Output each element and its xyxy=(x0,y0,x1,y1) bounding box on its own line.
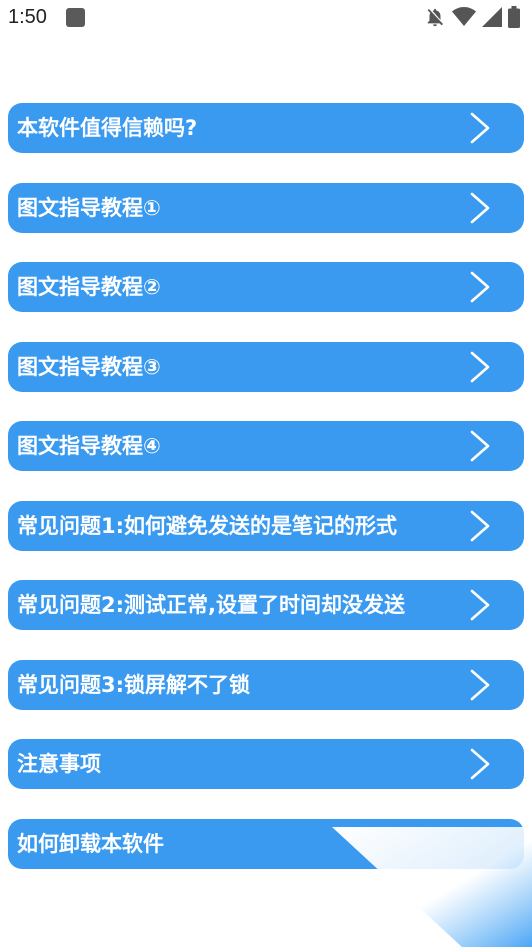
battery-icon xyxy=(508,6,520,28)
menu-item-label: 本软件值得信赖吗? xyxy=(17,116,198,140)
cellular-signal-icon xyxy=(482,7,502,27)
menu-item-faq-1[interactable]: 常见问题1:如何避免发送的是笔记的形式 xyxy=(8,500,524,551)
menu-item-label: 常见问题3:锁屏解不了锁 xyxy=(17,672,251,697)
menu-item-faq-3[interactable]: 常见问题3:锁屏解不了锁 xyxy=(8,659,524,710)
menu-item-notes[interactable]: 注意事项 xyxy=(8,739,524,789)
menu-item-tutorial-2[interactable]: 图文指导教程② xyxy=(8,262,524,312)
menu-item-trust[interactable]: 本软件值得信赖吗? xyxy=(8,103,524,153)
page: 1:50 本软件值得信赖吗? 图文指导教程① 图文指导教程② 图文指导教程③ 图… xyxy=(0,0,532,947)
wifi-icon xyxy=(452,7,476,26)
app-notification-icon xyxy=(66,8,85,27)
chevron-right-icon xyxy=(470,589,490,621)
menu-item-label: 图文指导教程④ xyxy=(17,434,161,458)
chevron-right-icon xyxy=(470,669,490,700)
menu-item-tutorial-3[interactable]: 图文指导教程③ xyxy=(8,341,524,392)
menu-item-label: 图文指导教程① xyxy=(17,195,161,220)
status-time: 1:50 xyxy=(8,6,47,28)
chevron-right-icon xyxy=(470,112,490,144)
notifications-off-icon xyxy=(427,8,443,27)
menu-item-tutorial-1[interactable]: 图文指导教程① xyxy=(8,182,524,233)
chevron-right-icon xyxy=(470,271,490,303)
chevron-right-icon xyxy=(470,192,490,223)
chevron-right-icon xyxy=(470,430,490,462)
menu-item-label: 常见问题1:如何避免发送的是笔记的形式 xyxy=(17,513,398,538)
menu-item-label: 图文指导教程② xyxy=(17,275,161,299)
status-bar: 1:50 xyxy=(0,0,532,38)
menu-item-label: 图文指导教程③ xyxy=(17,354,161,379)
menu-item-label: 常见问题2:测试正常,设置了时间却没发送 xyxy=(17,593,405,617)
menu-item-label: 如何卸载本软件 xyxy=(17,831,164,856)
chevron-right-icon xyxy=(470,748,490,780)
status-icons xyxy=(424,6,520,28)
menu-item-faq-2[interactable]: 常见问题2:测试正常,设置了时间却没发送 xyxy=(8,580,524,630)
menu-item-tutorial-4[interactable]: 图文指导教程④ xyxy=(8,421,524,471)
help-menu: 本软件值得信赖吗? 图文指导教程① 图文指导教程② 图文指导教程③ 图文指导教程… xyxy=(8,103,524,898)
chevron-right-icon xyxy=(470,351,490,382)
chevron-right-icon xyxy=(470,510,490,541)
menu-item-label: 注意事项 xyxy=(17,752,101,776)
menu-item-uninstall[interactable]: 如何卸载本软件 xyxy=(8,818,524,869)
